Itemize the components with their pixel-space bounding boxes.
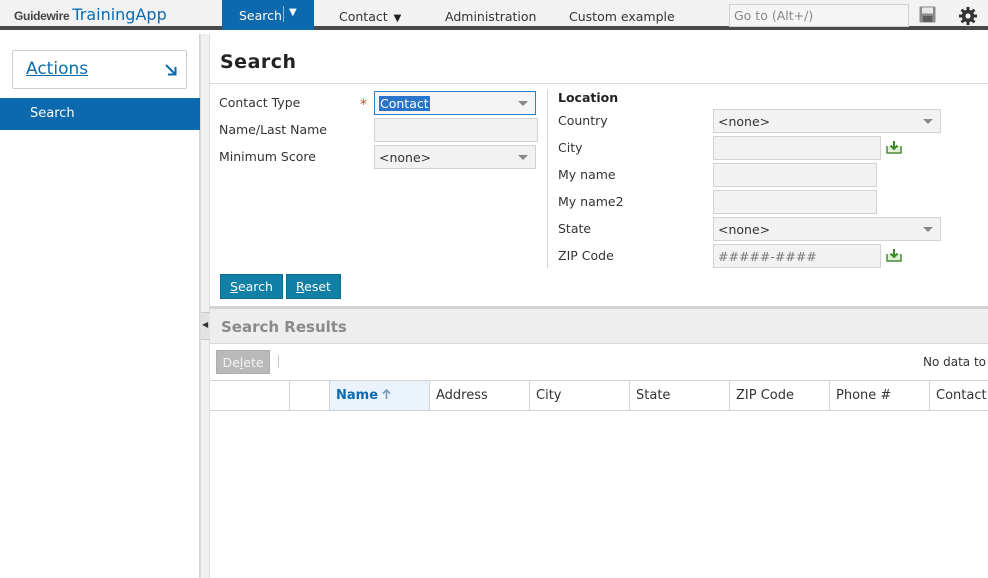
page-title: Search xyxy=(220,51,297,73)
tab-search[interactable]: Search ▼ xyxy=(222,0,314,30)
column-divider xyxy=(547,90,548,268)
delete-label-start: De xyxy=(222,355,240,370)
zip-code-placeholder: #####-#### xyxy=(718,249,817,264)
chevron-down-icon xyxy=(923,119,933,124)
zip-code-input[interactable]: #####-#### xyxy=(713,244,881,268)
contact-type-value: Contact xyxy=(379,96,430,111)
search-results-title: Search Results xyxy=(221,318,347,336)
autofill-download-icon[interactable] xyxy=(886,248,902,262)
tab-custom-example-label[interactable]: Custom example xyxy=(569,9,675,24)
reset-button-label: eset xyxy=(304,279,331,294)
contact-type-label: Contact Type xyxy=(219,95,301,110)
tab-contact-label[interactable]: Contact xyxy=(339,9,388,24)
sidebar: Actions Search xyxy=(0,34,200,578)
reset-button[interactable]: Reset xyxy=(286,274,341,299)
column-name-label: Name xyxy=(336,388,379,403)
goto-placeholder: Go to (Alt+/) xyxy=(734,8,814,23)
top-navigation-bar: Guidewire TrainingApp Search ▼ Contact ▼ A… xyxy=(0,0,988,30)
caret-down-icon[interactable]: ▼ xyxy=(394,13,402,24)
country-select[interactable]: <none> xyxy=(713,109,941,133)
minimum-score-label: Minimum Score xyxy=(219,149,316,164)
tab-contact[interactable]: Contact ▼ xyxy=(339,9,401,24)
required-marker: * xyxy=(360,97,367,113)
actions-label[interactable]: Actions xyxy=(26,59,88,79)
tab-search-label[interactable]: Search xyxy=(239,8,282,23)
chevron-down-icon xyxy=(923,227,933,232)
name-input[interactable] xyxy=(374,118,538,142)
chevron-down-icon xyxy=(518,155,528,160)
my-name2-label: My name2 xyxy=(558,194,624,209)
results-table-header: Name Address City State ZIP Code Phone #… xyxy=(210,380,988,411)
column-header-contact-type[interactable]: Contact T xyxy=(930,381,988,410)
country-value: <none> xyxy=(718,114,771,129)
delete-button[interactable]: Delete xyxy=(216,350,270,374)
tab-administration-label[interactable]: Administration xyxy=(445,9,536,24)
save-icon[interactable] xyxy=(919,6,936,23)
delete-label-end: ete xyxy=(243,355,264,370)
no-data-message: No data to d xyxy=(923,355,988,369)
collapse-handle[interactable]: ◀ xyxy=(201,312,210,340)
tab-administration[interactable]: Administration xyxy=(445,9,536,24)
reset-button-mnemonic: R xyxy=(296,279,305,294)
autofill-download-icon[interactable] xyxy=(886,140,902,154)
page-header: Search xyxy=(210,38,988,84)
column-header-state[interactable]: State xyxy=(630,381,730,410)
country-label: Country xyxy=(558,113,608,128)
caret-left-icon: ◀ xyxy=(202,320,209,329)
panel-splitter[interactable]: ◀ xyxy=(200,34,210,578)
my-name2-input[interactable] xyxy=(713,190,877,214)
goto-input[interactable]: Go to (Alt+/) xyxy=(729,4,909,27)
my-name-label: My name xyxy=(558,167,616,182)
sidebar-item-search[interactable]: Search xyxy=(0,98,200,130)
city-input[interactable] xyxy=(713,136,881,160)
brand-app-name: TrainingApp xyxy=(72,5,167,24)
column-header-city[interactable]: City xyxy=(530,381,630,410)
tab-custom-example[interactable]: Custom example xyxy=(569,9,675,24)
name-label: Name/Last Name xyxy=(219,122,327,137)
app-logo[interactable]: Guidewire TrainingApp xyxy=(14,5,167,24)
gear-icon[interactable] xyxy=(958,6,978,26)
column-header-actions[interactable] xyxy=(290,381,330,410)
minimum-score-select[interactable]: <none> xyxy=(374,145,536,169)
city-label: City xyxy=(558,140,583,155)
my-name-input[interactable] xyxy=(713,163,877,187)
location-heading: Location xyxy=(558,90,619,105)
column-header-select[interactable] xyxy=(210,381,290,410)
column-header-phone[interactable]: Phone # xyxy=(830,381,930,410)
column-header-name[interactable]: Name xyxy=(330,381,430,410)
search-button[interactable]: Search xyxy=(220,274,283,299)
chevron-down-icon xyxy=(518,101,528,106)
column-header-zip-code[interactable]: ZIP Code xyxy=(730,381,830,410)
brand-company: Guidewire xyxy=(14,9,70,23)
column-header-address[interactable]: Address xyxy=(430,381,530,410)
state-label: State xyxy=(558,221,592,236)
tab-divider xyxy=(283,6,284,22)
caret-down-icon[interactable]: ▼ xyxy=(289,7,297,18)
zip-code-label: ZIP Code xyxy=(558,248,614,263)
arrow-down-right-icon xyxy=(165,64,177,76)
sort-ascending-icon xyxy=(382,389,391,399)
contact-type-select[interactable]: Contact xyxy=(374,91,536,115)
toolbar-separator xyxy=(278,355,279,368)
actions-button[interactable]: Actions xyxy=(12,50,187,89)
minimum-score-value: <none> xyxy=(379,150,432,165)
sidebar-item-label: Search xyxy=(30,106,75,121)
search-button-label: earch xyxy=(237,279,273,294)
search-button-mnemonic: S xyxy=(230,279,238,294)
state-value: <none> xyxy=(718,222,771,237)
search-results-header: Search Results xyxy=(210,306,988,344)
state-select[interactable]: <none> xyxy=(713,217,941,241)
